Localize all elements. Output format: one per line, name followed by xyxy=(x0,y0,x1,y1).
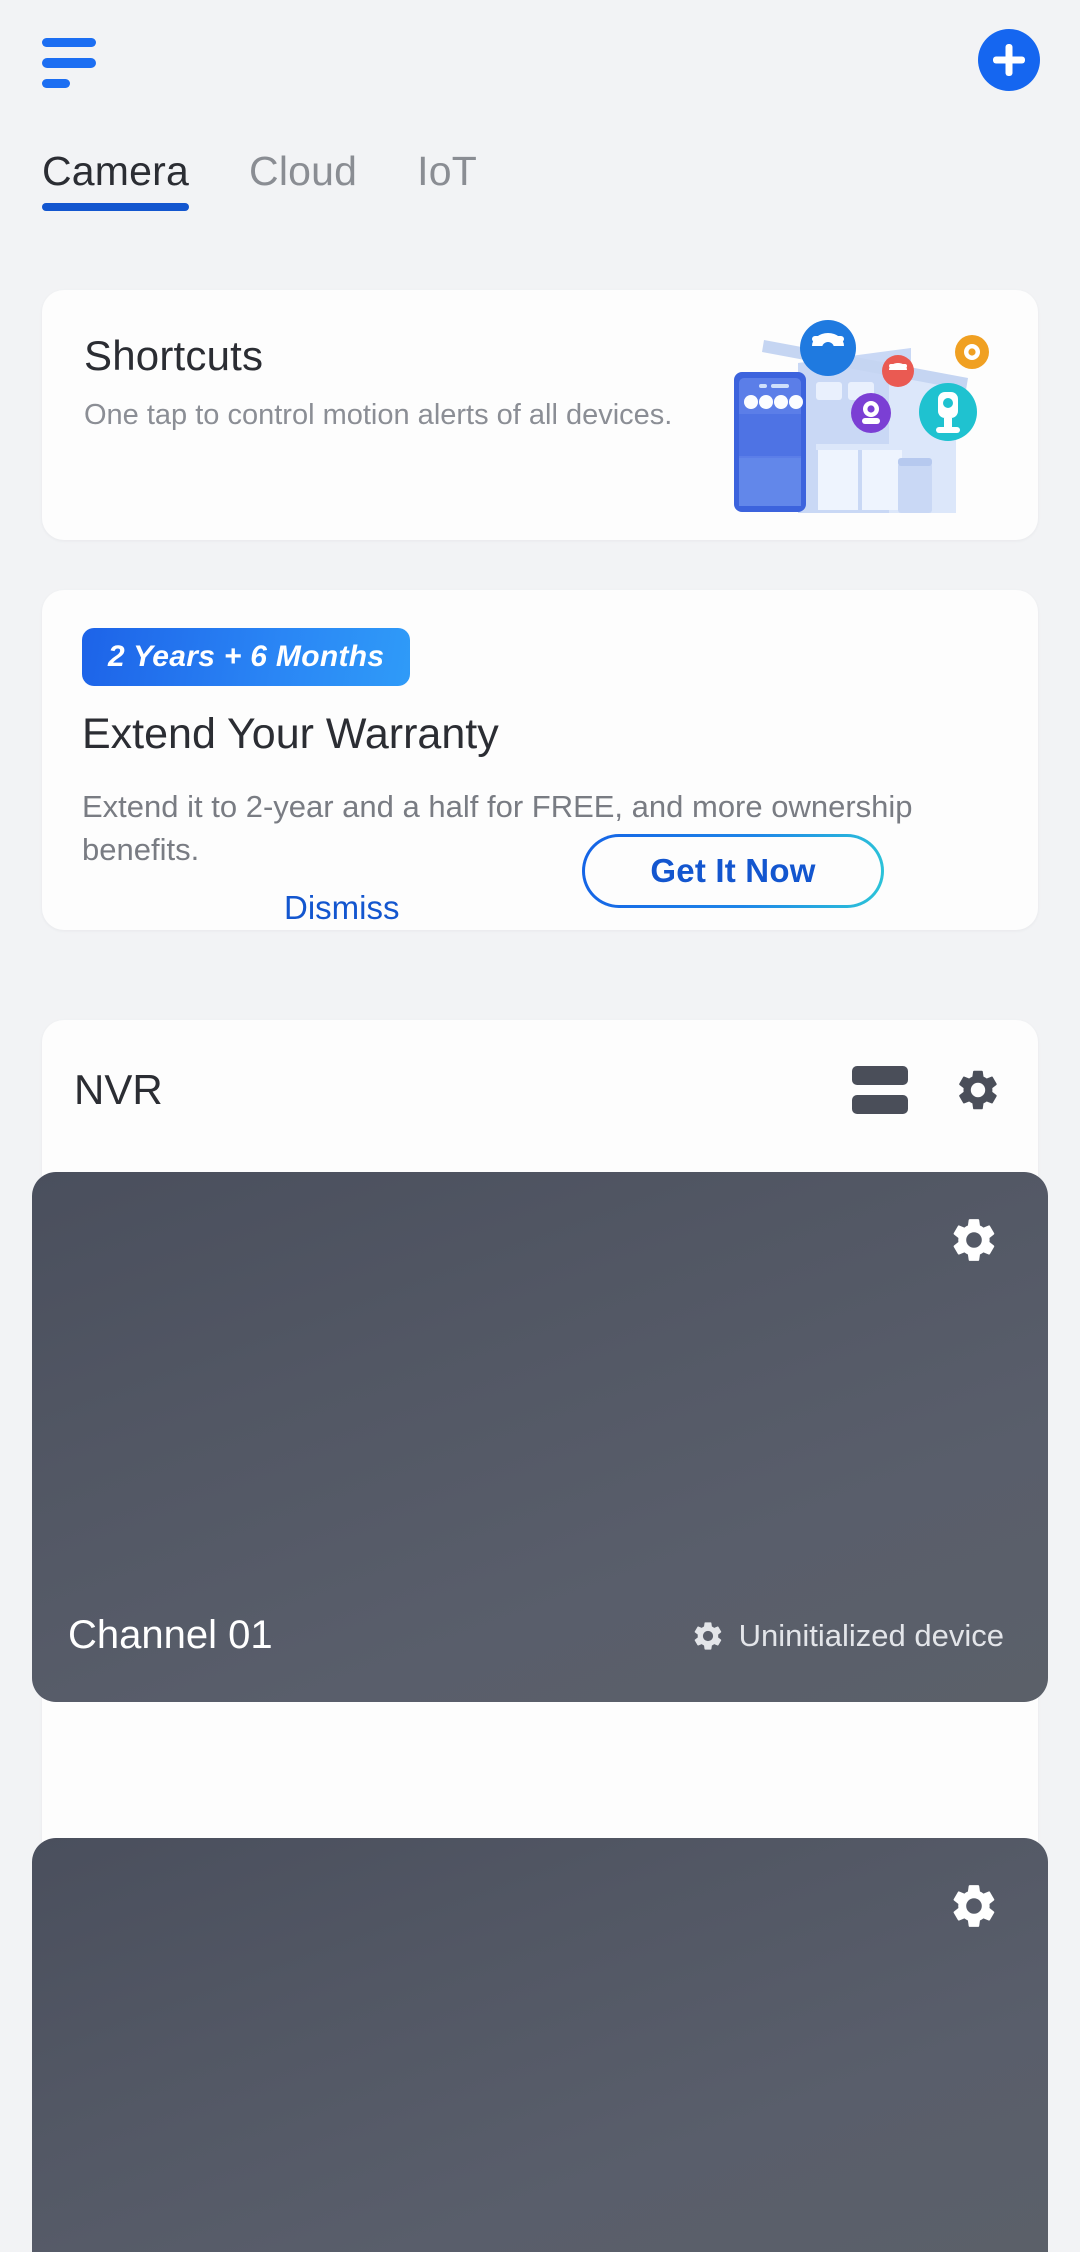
channel-name: Channel 01 xyxy=(68,1613,273,1657)
channel-tile[interactable] xyxy=(32,1838,1048,2252)
get-it-now-button[interactable]: Get It Now xyxy=(582,834,884,908)
status-gear-icon xyxy=(691,1619,725,1653)
channel-status: Uninitialized device xyxy=(691,1618,1004,1654)
channel-settings-gear-icon[interactable] xyxy=(948,1214,1000,1266)
list-view-bar-1 xyxy=(852,1066,908,1085)
warranty-badge: 2 Years + 6 Months xyxy=(82,628,411,686)
nvr-toolbar xyxy=(852,1066,1002,1114)
top-bar xyxy=(0,0,1080,120)
hamburger-menu-icon[interactable] xyxy=(42,32,104,88)
add-device-button[interactable] xyxy=(978,29,1040,91)
channel-footer: Channel 01 Uninitialized device xyxy=(32,1613,1048,1658)
app-screen: Camera Cloud IoT Shortcuts One tap to co… xyxy=(0,0,1080,2252)
shortcuts-card[interactable]: Shortcuts One tap to control motion aler… xyxy=(42,290,1038,540)
tab-cloud[interactable]: Cloud xyxy=(249,148,357,211)
hamburger-bar-3 xyxy=(42,78,70,88)
shortcuts-subtitle: One tap to control motion alerts of all … xyxy=(84,399,673,431)
shortcuts-title: Shortcuts xyxy=(84,332,264,379)
nvr-header: NVR xyxy=(42,1020,1038,1160)
hamburger-bar-1 xyxy=(42,38,96,48)
list-view-bar-2 xyxy=(852,1095,908,1114)
warranty-card: 2 Years + 6 Months Extend Your Warranty … xyxy=(42,590,1038,930)
channel-settings-gear-icon[interactable] xyxy=(948,1880,1000,1932)
warranty-title: Extend Your Warranty xyxy=(82,710,499,758)
shortcuts-text: Shortcuts One tap to control motion aler… xyxy=(84,332,684,435)
smart-home-cameras-illustration xyxy=(726,308,996,523)
dismiss-button[interactable]: Dismiss xyxy=(284,889,399,927)
nvr-title: NVR xyxy=(74,1066,163,1113)
tab-bar: Camera Cloud IoT xyxy=(0,148,1080,228)
tab-iot[interactable]: IoT xyxy=(417,148,477,211)
tab-camera[interactable]: Camera xyxy=(42,148,190,211)
channel-status-label: Uninitialized device xyxy=(738,1617,1004,1653)
get-it-now-label: Get It Now xyxy=(585,837,881,905)
gear-icon[interactable] xyxy=(954,1066,1002,1114)
channel-tile[interactable]: Channel 01 Uninitialized device xyxy=(32,1172,1048,1702)
list-view-icon[interactable] xyxy=(852,1066,908,1114)
hamburger-bar-2 xyxy=(42,58,96,68)
